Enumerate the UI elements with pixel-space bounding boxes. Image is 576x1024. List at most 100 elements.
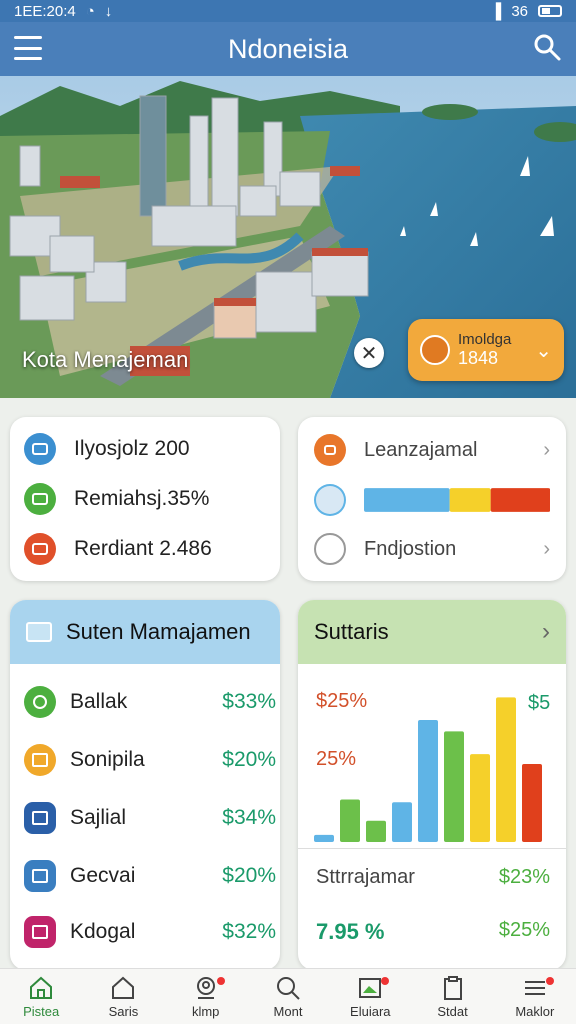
menu-icon [524, 981, 545, 995]
search-icon[interactable] [532, 32, 562, 62]
item-name: Sajlial [70, 806, 127, 829]
footer-value: $25% [498, 919, 550, 941]
list-item[interactable]: Gecvai $20% [24, 860, 276, 892]
progress-segment [490, 488, 550, 512]
item-value: $32% [222, 920, 276, 943]
hero-caption: Kota Menajeman [22, 347, 189, 372]
user-icon [196, 977, 215, 999]
nav-label: Pistea [23, 1004, 60, 1019]
nav-label: Saris [108, 1004, 139, 1019]
nav-klmp[interactable]: klmp [165, 969, 247, 1024]
list-icon [24, 916, 56, 948]
house-icon [112, 976, 135, 999]
item-value: $33% [222, 690, 276, 713]
footer-label: 7.95 % [316, 919, 385, 944]
hamburger-menu-icon[interactable] [14, 36, 42, 60]
chart-bar [522, 764, 542, 842]
panel-title: Suten Mamajamen [66, 619, 251, 644]
app-bar: Ndoneisia [0, 22, 576, 76]
chart-label-top-left: $25% [316, 690, 368, 712]
chevron-down-icon: ⌄ [535, 339, 552, 362]
link-row-fndjostion[interactable]: Fndjostion › [314, 533, 550, 565]
stat-text: Remiahsj.35% [74, 487, 210, 510]
cash-icon [24, 483, 56, 515]
close-icon[interactable]: ✕ [354, 338, 384, 368]
nav-label: klmp [191, 1004, 220, 1019]
item-value: $20% [222, 748, 276, 771]
chart-label-top-right: $5 [528, 692, 551, 714]
item-name: Kdogal [70, 920, 136, 943]
chart-label-mid-left: 25% [316, 748, 357, 770]
list-item[interactable]: Ballak $33% [24, 686, 276, 718]
chart-bar [314, 834, 334, 842]
panel-header: Suten Mamajamen [10, 600, 280, 664]
mail-icon [24, 744, 56, 776]
progress-row [314, 484, 550, 516]
notification-badge [545, 977, 554, 985]
cake-icon [314, 434, 346, 466]
status-time: 1EE:20:4 [14, 2, 76, 20]
notification-badge [216, 977, 225, 985]
network-label: 36 [511, 2, 528, 20]
stats-card: Ilyosjolz 200 Remiahsj.35% Rerdiant 2.48… [10, 417, 280, 581]
image-icon [359, 978, 382, 998]
item-value: $20% [222, 864, 276, 887]
list-item[interactable]: Sonipila $20% [24, 744, 276, 776]
links-card: Leanzajamal › Fndjostion › [298, 417, 566, 581]
chart-bar [496, 697, 516, 842]
nav-label: Mont [273, 1004, 303, 1019]
wifi-icon: ◔ [85, 2, 95, 20]
nav-mont[interactable]: Mont [247, 969, 329, 1024]
chart-bar [392, 802, 412, 842]
notification-badge [381, 977, 390, 985]
nav-maklor[interactable]: Maklor [494, 969, 576, 1024]
info-card[interactable]: Imoldga 1848 ⌄ [408, 319, 564, 381]
chevron-right-icon: › [542, 618, 550, 645]
divider [298, 848, 566, 849]
search-icon [276, 977, 300, 1000]
chart-bar [418, 720, 438, 842]
info-value: 1848 [458, 348, 499, 368]
chart-icon [314, 484, 346, 516]
chat-icon [24, 533, 56, 565]
list-item[interactable]: Sajlial $34% [24, 802, 276, 834]
nav-saris[interactable]: Saris [82, 969, 164, 1024]
stat-text: Ilyosjolz 200 [74, 437, 190, 460]
list-item[interactable]: Kdogal $32% [24, 916, 276, 948]
nav-eluiara[interactable]: Eluiara [329, 969, 411, 1024]
clipboard-icon [443, 976, 462, 1000]
panel-header[interactable]: Suttaris › [298, 600, 566, 664]
chevron-right-icon: › [543, 537, 550, 560]
chart-bar [470, 754, 490, 842]
nav-label: Stdat [437, 1004, 468, 1019]
stat-row[interactable]: Rerdiant 2.486 [24, 533, 212, 565]
status-bar: 1EE:20:4 ◔ ↓ ▐ 36 [0, 0, 576, 22]
progress-bar [363, 488, 550, 512]
link-label: Fndjostion [364, 537, 457, 560]
panel-title: Suttaris [314, 619, 389, 644]
chart-bar [340, 799, 360, 842]
clock-icon [420, 335, 450, 365]
nav-pistea[interactable]: Pistea [0, 969, 82, 1024]
progress-segment [363, 488, 450, 512]
info-label: Imoldga [458, 331, 512, 348]
gear-icon [314, 533, 346, 565]
download-icon: ↓ [104, 2, 113, 20]
stat-row[interactable]: Remiahsj.35% [24, 483, 209, 515]
nav-label: Eluiara [350, 1004, 391, 1019]
item-value: $34% [222, 806, 276, 829]
footer-label: Sttrrajamar [316, 866, 415, 888]
stat-text: Rerdiant 2.486 [74, 537, 212, 560]
link-row-leanzajamal[interactable]: Leanzajamal › [314, 434, 550, 466]
nav-stdat[interactable]: Stdat [411, 969, 493, 1024]
pin-icon [24, 686, 56, 718]
layers-icon [26, 622, 52, 642]
stat-row[interactable]: Ilyosjolz 200 [24, 433, 190, 465]
item-name: Sonipila [70, 748, 145, 771]
signal-icon: ▐ [490, 2, 502, 20]
chart-bar [444, 731, 464, 842]
home-icon [30, 976, 53, 999]
document-icon [24, 433, 56, 465]
link-label: Leanzajamal [364, 438, 478, 461]
progress-segment [449, 488, 491, 512]
